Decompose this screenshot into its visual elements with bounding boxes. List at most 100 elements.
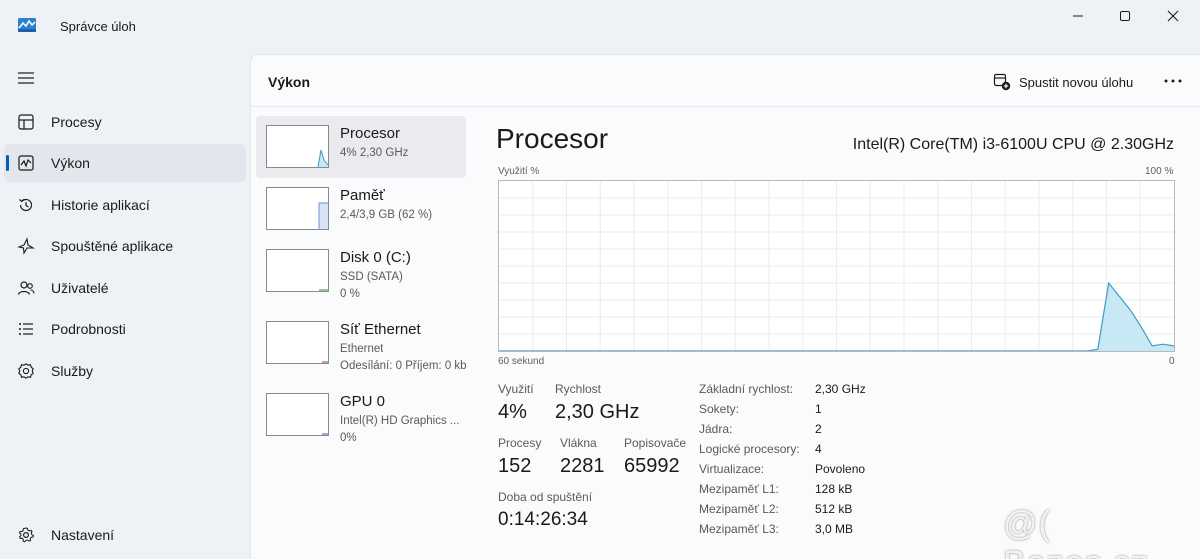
device-item-disk[interactable]: Disk 0 (C:) SSD (SATA) 0 % [256,240,466,302]
sidebar: Procesy Výkon Historie aplikací Spouštěn… [0,54,250,559]
device-item-cpu[interactable]: Procesor 4% 2,30 GHz [256,116,466,178]
sidebar-item-label: Uživatelé [51,280,109,296]
sidebar-item-label: Služby [51,363,94,379]
details-icon [19,323,33,335]
device-usage: 0 % [340,288,360,300]
sidebar-item-details[interactable]: Podrobnosti [4,310,246,348]
device-type: Intel(R) HD Graphics ... [340,415,460,427]
detail-label: Virtualizace: [699,462,765,476]
page-title: Výkon [268,74,311,90]
cpu-model: Intel(R) Core(TM) i3-6100U CPU @ 2.30GHz [852,136,1174,153]
title-bar: Správce úloh [0,0,1200,54]
detail-value: Povoleno [815,462,866,476]
speed-label: Rychlost [555,382,602,396]
processes-value: 152 [498,455,532,477]
device-name: Procesor [340,125,401,142]
main-panel: Výkon Spustit novou úlohu Procesor 4% 2,… [250,54,1200,559]
device-item-network[interactable]: Síť Ethernet Ethernet Odesílání: 0 Příje… [256,312,467,374]
device-item-gpu[interactable]: GPU 0 Intel(R) HD Graphics ... 0% [256,384,466,446]
detail-value: 1 [815,402,822,416]
network-thumbnail-graph [266,321,329,364]
device-name: Paměť [340,187,385,204]
device-usage: 4% 2,30 GHz [340,147,409,159]
watermark-text: @( Bazos.cz [1003,505,1148,559]
utilization-value: 4% [498,401,527,423]
uptime-value: 0:14:26:34 [498,509,588,530]
graph-x-right-label: 0 [1169,356,1175,367]
sidebar-item-label: Spouštěné aplikace [51,238,174,254]
sidebar-item-app-history[interactable]: Historie aplikací [4,186,246,224]
more-options-button[interactable] [1159,71,1187,91]
main-header: Výkon Spustit novou úlohu [251,55,1200,107]
device-usage: Odesílání: 0 Příjem: 0 kb [340,360,467,372]
device-usage: 2,4/3,9 GB (62 %) [340,209,433,221]
minimize-icon [1073,15,1083,17]
detail-value: 3,0 MB [815,522,854,536]
detail-value: 2,30 GHz [815,382,866,396]
device-name: Disk 0 (C:) [340,249,411,266]
graph-y-label: Využití % [498,166,540,177]
sidebar-item-label: Podrobnosti [51,321,126,337]
cpu-utilization-graph [498,180,1175,352]
performance-icon [18,155,34,171]
run-new-task-button[interactable]: Spustit novou úlohu [993,71,1133,93]
services-icon [18,363,34,379]
device-name: Síť Ethernet [340,321,421,338]
detail-label: Mezipaměť L1: [699,482,779,496]
sidebar-item-settings[interactable]: Nastavení [4,516,246,554]
threads-value: 2281 [560,455,605,477]
uptime-label: Doba od spuštění [498,490,593,504]
sidebar-item-startup-apps[interactable]: Spouštěné aplikace [4,227,246,265]
device-item-memory[interactable]: Paměť 2,4/3,9 GB (62 %) [256,178,466,240]
sidebar-item-label: Historie aplikací [51,197,150,213]
hamburger-menu-icon[interactable] [16,70,36,86]
sidebar-item-services[interactable]: Služby [4,352,246,390]
sidebar-item-processes[interactable]: Procesy [4,103,246,141]
close-button[interactable] [1150,0,1196,32]
handles-label: Popisovače [624,436,687,450]
sidebar-item-label: Procesy [51,114,102,130]
utilization-label: Využití [498,382,534,396]
maximize-icon [1120,11,1130,21]
detail-value: 128 kB [815,482,853,496]
disk-thumbnail-graph [266,249,329,292]
gear-icon [18,527,34,543]
sidebar-item-performance[interactable]: Výkon [4,144,246,182]
memory-thumbnail-graph [266,187,329,230]
detail-label: Jádra: [699,422,733,436]
more-options-icon [1164,79,1182,83]
cpu-title: Procesor [496,123,609,154]
grid-icon [18,114,34,130]
processes-label: Procesy [498,436,542,450]
handles-value: 65992 [624,455,680,477]
detail-label: Základní rychlost: [699,382,794,396]
cpu-thumbnail-graph [266,125,329,168]
sidebar-item-label: Výkon [51,155,90,171]
speed-value: 2,30 GHz [555,401,640,423]
device-type: Ethernet [340,343,384,355]
detail-value: 2 [815,422,822,436]
active-indicator [6,155,9,171]
startup-icon [17,237,35,255]
new-task-icon [993,73,1011,91]
detail-label: Mezipaměť L2: [699,502,779,516]
detail-value: 512 kB [815,502,853,516]
detail-value: 4 [815,442,822,456]
task-manager-logo-icon [18,18,36,32]
device-type: SSD (SATA) [340,271,403,283]
graph-x-left-label: 60 sekund [498,356,545,367]
graph-y-max-label: 100 % [1145,166,1174,177]
close-icon [1167,10,1179,22]
detail-label: Logické procesory: [699,442,800,456]
gpu-thumbnail-graph [266,393,329,436]
sidebar-item-users[interactable]: Uživatelé [4,269,246,307]
sidebar-item-label: Nastavení [51,527,115,543]
window-title: Správce úloh [60,19,136,34]
detail-label: Sokety: [699,402,740,416]
minimize-button[interactable] [1055,0,1101,32]
threads-label: Vlákna [560,436,597,450]
device-name: GPU 0 [340,393,386,410]
users-icon [17,281,35,295]
device-usage: 0% [340,432,357,444]
maximize-button[interactable] [1102,0,1148,32]
